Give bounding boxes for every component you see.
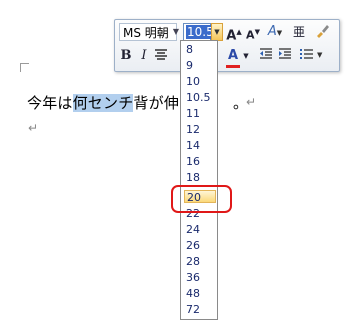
center-align-icon	[155, 49, 167, 60]
format-painter-button[interactable]	[313, 23, 331, 41]
paragraph-mark-icon: ↵	[246, 95, 257, 109]
font-size-option[interactable]: 18	[184, 171, 216, 184]
center-align-button[interactable]	[153, 47, 169, 65]
italic-button[interactable]: I	[137, 47, 151, 65]
paintbrush-icon	[317, 25, 329, 38]
font-size-option[interactable]: 24	[184, 223, 216, 236]
font-name-box[interactable]: MS 明朝	[119, 23, 177, 41]
font-size-box[interactable]: 10.5	[183, 23, 215, 41]
font-size-list: 8 9 10 10.5 11 12 14 16 18 20 22 24 26 2…	[180, 40, 218, 320]
shrink-font-button[interactable]: A▼	[245, 23, 261, 42]
font-size-option[interactable]: 10.5	[184, 91, 216, 104]
grow-font-button[interactable]: A▲	[226, 23, 242, 44]
svg-text:▼: ▼	[317, 51, 323, 59]
phonetic-label: 亜	[292, 25, 305, 39]
bullets-button[interactable]: ▼	[298, 47, 328, 65]
bullets-icon: ▼	[300, 49, 323, 59]
font-size-option[interactable]: 48	[184, 287, 216, 300]
font-size-option[interactable]: 28	[184, 255, 216, 268]
styles-button[interactable]: A▼	[265, 23, 285, 41]
shrink-font-label: A	[246, 28, 255, 42]
chevron-down-icon[interactable]: ▼	[241, 47, 251, 65]
document-line-1[interactable]: 今年は何センチ背が伸び	[27, 92, 194, 113]
decrease-indent-button[interactable]	[258, 47, 274, 65]
font-size-option[interactable]: 26	[184, 239, 216, 252]
increase-indent-button[interactable]	[277, 47, 293, 65]
font-size-option[interactable]: 12	[184, 123, 216, 136]
bold-button[interactable]: B	[119, 47, 133, 65]
decrease-indent-icon	[260, 48, 272, 59]
font-size-option[interactable]: 16	[184, 155, 216, 168]
font-size-option[interactable]: 36	[184, 271, 216, 284]
font-size-option[interactable]: 11	[184, 107, 216, 120]
font-size-option[interactable]: 72	[184, 303, 216, 316]
font-size-option[interactable]: 8	[184, 43, 216, 56]
font-size-option[interactable]: 10	[184, 75, 216, 88]
paragraph-mark-icon: ↵	[28, 121, 39, 135]
font-size-dropdown-button[interactable]: ▼	[211, 23, 223, 41]
page-corner-mark	[20, 63, 29, 72]
font-size-option[interactable]: 9	[184, 59, 216, 72]
styles-label: A	[267, 24, 277, 39]
red-highlight-circle	[171, 185, 232, 213]
grow-font-label: A	[226, 28, 237, 44]
phonetic-guide-button[interactable]: 亜	[291, 23, 307, 41]
mini-toolbar: MS 明朝 ▼ 10.5 ▼ A▲ A▼ A▼ 亜 B I ▼ A ▼ ▼	[114, 19, 340, 72]
selected-text[interactable]: 何センチ	[72, 94, 134, 112]
chevron-down-icon[interactable]: ▼	[171, 23, 181, 41]
line-text-before: 今年は	[27, 94, 73, 112]
font-size-option[interactable]: 14	[184, 139, 216, 152]
font-color-swatch	[226, 65, 240, 68]
font-color-button[interactable]: A	[225, 47, 241, 65]
increase-indent-icon	[279, 48, 291, 59]
